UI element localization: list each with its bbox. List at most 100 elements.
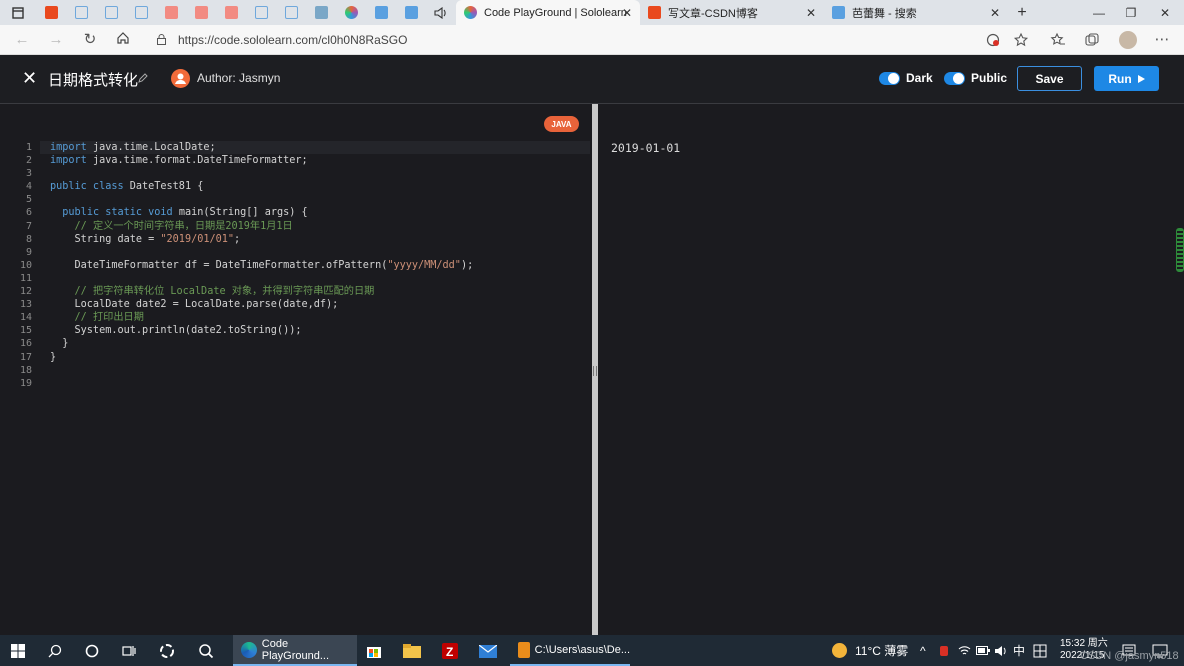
page-icon	[164, 6, 178, 19]
forward-button[interactable]: →	[46, 31, 66, 49]
tab-title: 写文章-CSDN博客	[668, 7, 758, 20]
cortana-icon[interactable]	[82, 641, 102, 661]
line-number: 7	[25, 220, 32, 232]
author-name[interactable]: Author: Jasmyn	[197, 71, 280, 85]
pinned-tab[interactable]	[276, 0, 306, 25]
side-panel-handle[interactable]	[1176, 228, 1184, 272]
watermark: CSDN @jasmyn518	[1080, 650, 1179, 662]
code-content[interactable]: import java.time.LocalDate; import java.…	[50, 141, 473, 390]
tab-sololearn[interactable]: Code PlayGround | Sololearn ✕	[456, 0, 640, 25]
pinned-tab[interactable]	[186, 0, 216, 25]
weather-text: 11°C 薄雾	[855, 644, 909, 658]
windows-taskbar: Code PlayGround... Z C:\Users\asus\De...…	[0, 635, 1184, 666]
ime-indicator[interactable]: 中	[1013, 635, 1025, 666]
pinned-tab[interactable]	[246, 0, 276, 25]
code-line: import java.time.format.DateTimeFormatte…	[50, 155, 308, 167]
close-icon[interactable]: ✕	[22, 69, 40, 87]
code-line: public class DateTest81 {	[50, 181, 204, 193]
line-number: 15	[19, 325, 32, 337]
edit-title-icon[interactable]	[137, 72, 149, 84]
store-icon[interactable]	[364, 641, 384, 661]
profile-avatar[interactable]	[1119, 31, 1137, 49]
home-button[interactable]	[113, 31, 133, 49]
run-button[interactable]: Run	[1094, 66, 1159, 91]
battery-icon[interactable]	[976, 635, 990, 666]
url-input[interactable]: https://code.sololearn.com/cl0h0N8RaSGO	[148, 29, 1038, 51]
windows-start-icon[interactable]	[8, 641, 28, 661]
back-button[interactable]: ←	[12, 31, 32, 49]
drag-handle-icon[interactable]	[593, 366, 597, 376]
tracking-prevention-icon[interactable]	[985, 32, 1001, 48]
line-number: 5	[25, 194, 32, 206]
close-tab-icon[interactable]: ✕	[622, 6, 632, 20]
pinned-tab-csdn[interactable]	[36, 0, 66, 25]
svg-text:Z: Z	[446, 645, 453, 659]
add-favorite-icon[interactable]	[1013, 32, 1029, 48]
page-icon	[194, 6, 208, 19]
pinned-tab[interactable]	[216, 0, 246, 25]
pinned-tab[interactable]	[306, 0, 336, 25]
filezilla-icon[interactable]: Z	[440, 641, 460, 661]
app-icon[interactable]	[157, 641, 177, 661]
lock-icon	[157, 34, 166, 45]
magnifier-icon[interactable]	[196, 641, 216, 661]
line-number: 3	[25, 168, 32, 180]
wifi-icon[interactable]	[958, 635, 971, 666]
code-editor[interactable]: JAVA 1 2 3 4 5 6 7 8 9 10 11 12 13 14 15 16 17 18 19 impor…	[0, 104, 592, 635]
play-icon	[1137, 74, 1145, 83]
task-view-icon[interactable]	[119, 641, 139, 661]
code-line: public static void main(String[] args) {	[62, 207, 308, 219]
line-number: 9	[25, 246, 32, 258]
pinned-tab[interactable]	[366, 0, 396, 25]
volume-icon[interactable]	[994, 635, 1008, 666]
close-tab-icon[interactable]: ✕	[806, 6, 816, 20]
file-explorer-icon[interactable]	[402, 641, 422, 661]
close-window-button[interactable]: ✕	[1148, 0, 1182, 25]
refresh-button[interactable]: ↻	[80, 31, 100, 49]
run-label: Run	[1108, 71, 1132, 86]
code-line: String date = "2019/01/01";	[50, 233, 241, 245]
pinned-tab[interactable]	[396, 0, 426, 25]
language-badge: JAVA	[544, 116, 579, 132]
collection-icon	[74, 6, 88, 19]
playground-header: ✕ 日期格式转化 Author: Jasmyn Dark Public Save…	[0, 55, 1184, 104]
taskbar-edge-item[interactable]: Code PlayGround...	[233, 635, 357, 666]
speaker-icon[interactable]	[426, 0, 456, 25]
line-number: 14	[19, 312, 32, 324]
settings-more-icon[interactable]: ⋯	[1152, 31, 1172, 49]
pinned-tab[interactable]	[66, 0, 96, 25]
edge-icon	[241, 641, 257, 658]
author-avatar[interactable]	[171, 69, 190, 88]
search-icon[interactable]	[45, 641, 65, 661]
close-tab-icon[interactable]: ✕	[990, 6, 1000, 20]
mail-icon[interactable]	[478, 641, 498, 661]
code-line: import java.time.LocalDate;	[50, 142, 216, 153]
tray-app-icon[interactable]	[940, 635, 948, 666]
taskbar-terminal-item[interactable]: C:\Users\asus\De...	[510, 635, 630, 666]
pinned-tab[interactable]	[156, 0, 186, 25]
ime-mode-icon[interactable]	[1033, 635, 1047, 666]
pinned-tab[interactable]	[336, 0, 366, 25]
new-tab-button[interactable]: +	[1008, 4, 1036, 22]
collections-icon[interactable]	[1084, 32, 1100, 48]
dark-label: Dark	[906, 71, 933, 85]
bing-icon	[832, 6, 845, 19]
tab-actions-icon[interactable]	[0, 0, 36, 25]
tab-bing-search[interactable]: 芭蕾舞 - 搜索 ✕	[824, 0, 1008, 25]
tray-chevron-icon[interactable]: ^	[920, 635, 926, 666]
pinned-tab[interactable]	[96, 0, 126, 25]
output-panel: 2019-01-01	[598, 104, 1184, 635]
dark-mode-toggle[interactable]	[879, 72, 900, 85]
address-bar: ← → ↻ https://code.sololearn.com/cl0h0N8…	[0, 25, 1184, 55]
favorites-icon[interactable]	[1050, 32, 1066, 48]
code-line: }	[50, 338, 69, 350]
weather-widget[interactable]: 11°C 薄雾	[832, 635, 908, 666]
minimize-button[interactable]: —	[1082, 0, 1116, 25]
public-toggle[interactable]	[944, 72, 965, 85]
tab-csdn[interactable]: 写文章-CSDN博客 ✕	[640, 0, 824, 25]
save-button[interactable]: Save	[1017, 66, 1082, 91]
restore-button[interactable]: ❐	[1114, 0, 1148, 25]
pinned-tab[interactable]	[126, 0, 156, 25]
